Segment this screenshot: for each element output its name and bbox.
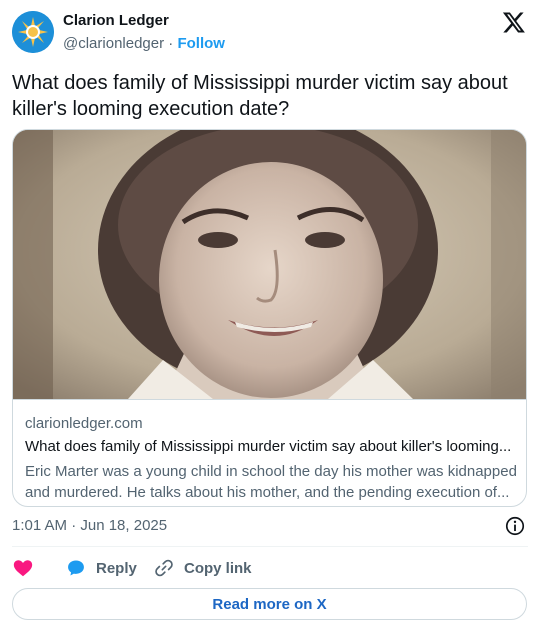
read-more-button[interactable]: Read more on X: [12, 588, 527, 620]
like-button[interactable]: [12, 557, 34, 579]
card-image[interactable]: [13, 130, 526, 399]
card-body[interactable]: clarionledger.com What does family of Mi…: [13, 399, 526, 506]
copy-link-label: Copy link: [184, 559, 252, 577]
heart-icon: [13, 560, 33, 577]
copy-link-button[interactable]: Copy link: [154, 557, 252, 579]
link-icon: [155, 559, 173, 577]
author-avatar[interactable]: [12, 11, 54, 53]
portrait-photo: [13, 130, 526, 399]
author-name[interactable]: Clarion Ledger: [63, 12, 169, 29]
tweet-text: What does family of Mississippi murder v…: [12, 72, 508, 120]
reply-button[interactable]: Reply: [66, 557, 137, 579]
link-preview-card[interactable]: clarionledger.com What does family of Mi…: [12, 129, 527, 507]
card-description: Eric Marter was a young child in school …: [25, 463, 517, 501]
reply-label: Reply: [96, 559, 137, 577]
sun-logo-icon: [12, 11, 54, 53]
tweet-timestamp[interactable]: 1:01 AM · Jun 18, 2025: [12, 517, 167, 534]
follow-button[interactable]: Follow: [177, 35, 225, 52]
tweet-embed: Clarion Ledger @clarionledger · Follow W…: [0, 0, 540, 632]
read-more-label: Read more on X: [212, 595, 327, 613]
info-icon[interactable]: [504, 515, 526, 537]
card-title: What does family of Mississippi murder v…: [25, 438, 512, 455]
author-handle[interactable]: @clarionledger: [63, 35, 164, 52]
divider: [12, 546, 528, 547]
speech-bubble-icon: [68, 560, 84, 576]
x-logo-icon[interactable]: [502, 10, 526, 34]
author-handle-line: @clarionledger · Follow: [63, 35, 225, 52]
handle-separator: ·: [164, 35, 178, 52]
card-domain: clarionledger.com: [25, 415, 143, 432]
